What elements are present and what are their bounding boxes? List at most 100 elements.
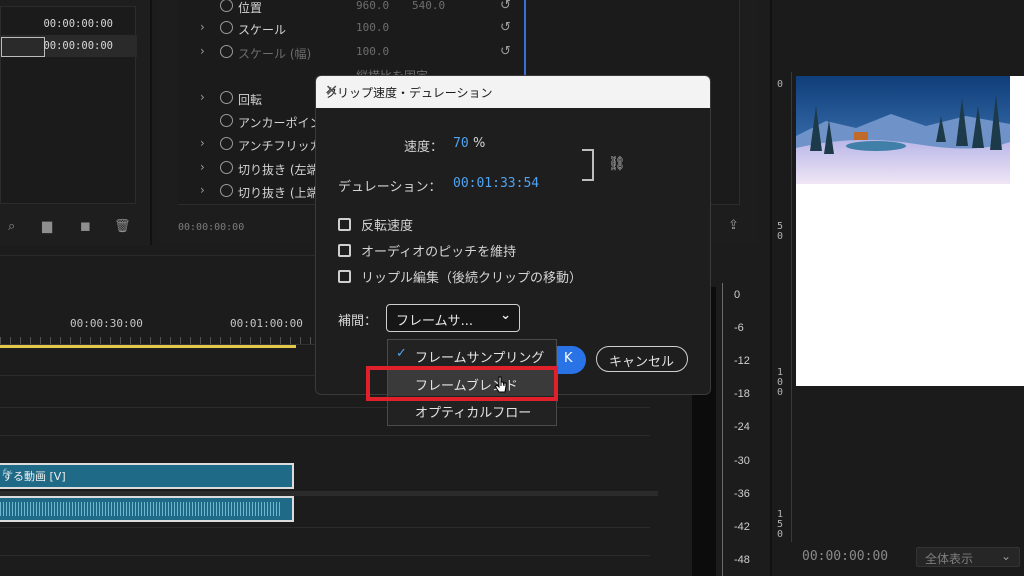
list-item[interactable]: 00:00:00:00	[1, 35, 137, 57]
stopwatch-icon[interactable]	[220, 114, 233, 127]
duration-label: デュレーション：	[338, 180, 442, 195]
meter-label: -48	[734, 554, 750, 566]
property-label: スケール (幅)	[238, 47, 312, 61]
chevron-right-icon[interactable]: ›	[200, 90, 205, 104]
project-toolbar: ⌕ ▆ ◼ 🗑	[8, 219, 138, 235]
stopwatch-icon[interactable]	[220, 21, 233, 34]
meter-label: -18	[734, 388, 750, 400]
property-row[interactable]: › スケール (幅) 100.0 ↺	[178, 42, 738, 64]
audio-waveform	[0, 502, 280, 516]
stopwatch-icon[interactable]	[220, 137, 233, 150]
fx-badge: fx	[2, 468, 12, 479]
meter-label: -36	[734, 488, 750, 500]
export-icon[interactable]: ⇪	[728, 218, 739, 233]
menu-item-frame-sampling[interactable]: ✓ フレームサンプリング	[388, 342, 556, 368]
link-icon[interactable]: ⛓	[608, 156, 626, 172]
stopwatch-icon[interactable]	[220, 184, 233, 197]
link-bracket	[582, 149, 594, 181]
list-item[interactable]: 00:00:00:00	[1, 13, 137, 35]
cancel-button[interactable]: キャンセル	[596, 346, 688, 372]
chevron-right-icon[interactable]: ›	[200, 20, 205, 34]
cancel-label: キャンセル	[609, 355, 675, 370]
interpolation-select[interactable]: フレームサ... ⌄	[386, 304, 520, 332]
stopwatch-icon[interactable]	[220, 161, 233, 174]
checkbox-label: オーディオのピッチを維持	[361, 245, 517, 260]
stopwatch-icon[interactable]	[220, 91, 233, 104]
property-label: 切り抜き (左端	[238, 163, 319, 177]
zoom-select[interactable]: 全体表示 ⌄	[916, 547, 1020, 567]
reset-icon[interactable]: ↺	[500, 44, 511, 59]
property-value[interactable]: 540.0	[412, 0, 445, 12]
stopwatch-icon[interactable]	[220, 45, 233, 58]
checkmark-icon: ✓	[396, 346, 407, 361]
new-bin-icon[interactable]: ▆	[42, 219, 58, 235]
property-row[interactable]: 位置 960.0 540.0 ↺	[178, 0, 738, 18]
dialog-titlebar[interactable]: クリップ速度・デュレーション ✕	[316, 76, 710, 108]
chevron-down-icon: ⌄	[500, 308, 511, 323]
trash-icon[interactable]: 🗑	[114, 219, 131, 235]
menu-item-label: オプティカルフロー	[415, 406, 532, 421]
vertical-ruler: 0 5 0 1 0 0 1 5 0	[772, 72, 792, 542]
reset-icon[interactable]: ↺	[500, 20, 511, 35]
zoom-label: 全体表示	[925, 552, 974, 566]
new-item-icon[interactable]: ◼	[80, 219, 96, 235]
program-monitor: 0 5 0 1 0 0 1 5 0 00:00:00:00 全体表示 ⌄	[770, 0, 1024, 576]
property-value[interactable]: 100.0	[356, 21, 389, 34]
item-timecode: 00:00:00:00	[43, 40, 113, 52]
chevron-right-icon[interactable]: ›	[200, 183, 205, 197]
checkbox-label: 反転速度	[361, 219, 414, 234]
track-lane	[0, 527, 650, 528]
chevron-right-icon[interactable]: ›	[200, 44, 205, 58]
property-label: 回転	[238, 93, 263, 107]
meter-label: -42	[734, 521, 750, 533]
selected-value: フレームサ...	[396, 314, 474, 329]
audio-clip[interactable]	[0, 496, 294, 522]
property-label: 切り抜き (上端	[238, 186, 319, 200]
property-value[interactable]: 960.0	[356, 0, 389, 12]
chevron-right-icon[interactable]: ›	[200, 160, 205, 174]
ruler-label: 1 0 0	[777, 367, 784, 398]
meter-scale	[722, 283, 726, 576]
reverse-speed-checkbox[interactable]	[338, 218, 351, 231]
meter-label: -6	[734, 322, 744, 334]
project-list: 00:00:00:00 00:00:00:00	[0, 6, 137, 204]
meter-label: 0	[734, 289, 741, 301]
video-clip[interactable]: する動画 [V] fx	[0, 463, 294, 489]
menu-item-label: フレームサンプリング	[415, 351, 545, 366]
chevron-down-icon: ⌄	[1000, 549, 1011, 563]
property-row[interactable]: › スケール 100.0 ↺	[178, 18, 738, 40]
work-area-bar[interactable]	[0, 345, 296, 348]
speed-unit: %	[473, 136, 486, 151]
speed-label: 速度：	[404, 140, 444, 155]
ruler-label: 1 5 0	[777, 509, 784, 540]
mouse-cursor-icon	[494, 376, 508, 396]
property-label: アンチフリッカ	[238, 139, 322, 153]
item-timecode: 00:00:00:00	[43, 18, 113, 30]
chevron-right-icon[interactable]: ›	[200, 136, 205, 150]
effect-timecode[interactable]: 00:00:00:00	[178, 222, 244, 233]
ripple-edit-checkbox[interactable]	[338, 270, 351, 283]
maintain-pitch-checkbox[interactable]	[338, 244, 351, 257]
property-value[interactable]: 100.0	[356, 45, 389, 58]
close-icon[interactable]: ✕	[325, 81, 698, 100]
track-lane	[0, 555, 650, 556]
interpolation-label: 補間：	[338, 314, 378, 329]
reset-icon[interactable]: ↺	[500, 0, 511, 13]
highlight-box	[366, 366, 558, 401]
property-label: アンカーポイン	[238, 116, 322, 130]
meter-label: -24	[734, 421, 750, 433]
property-label: 位置	[238, 1, 263, 15]
rename-field[interactable]	[1, 37, 45, 57]
duration-value[interactable]: 00:01:33:54	[453, 176, 539, 191]
meter-label: -30	[734, 455, 750, 467]
track-lane	[0, 435, 650, 436]
ruler-label: 5 0	[777, 221, 784, 242]
speed-value[interactable]: 70	[453, 136, 469, 151]
meter-label: -12	[734, 355, 750, 367]
property-label: スケール	[238, 23, 287, 37]
search-icon[interactable]: ⌕	[8, 219, 24, 235]
ruler-label: 00:01:00:00	[230, 317, 303, 330]
playhead-timecode[interactable]: 00:00:00:00	[802, 549, 888, 564]
ruler-label: 00:00:30:00	[70, 317, 143, 330]
stopwatch-icon[interactable]	[220, 0, 233, 12]
